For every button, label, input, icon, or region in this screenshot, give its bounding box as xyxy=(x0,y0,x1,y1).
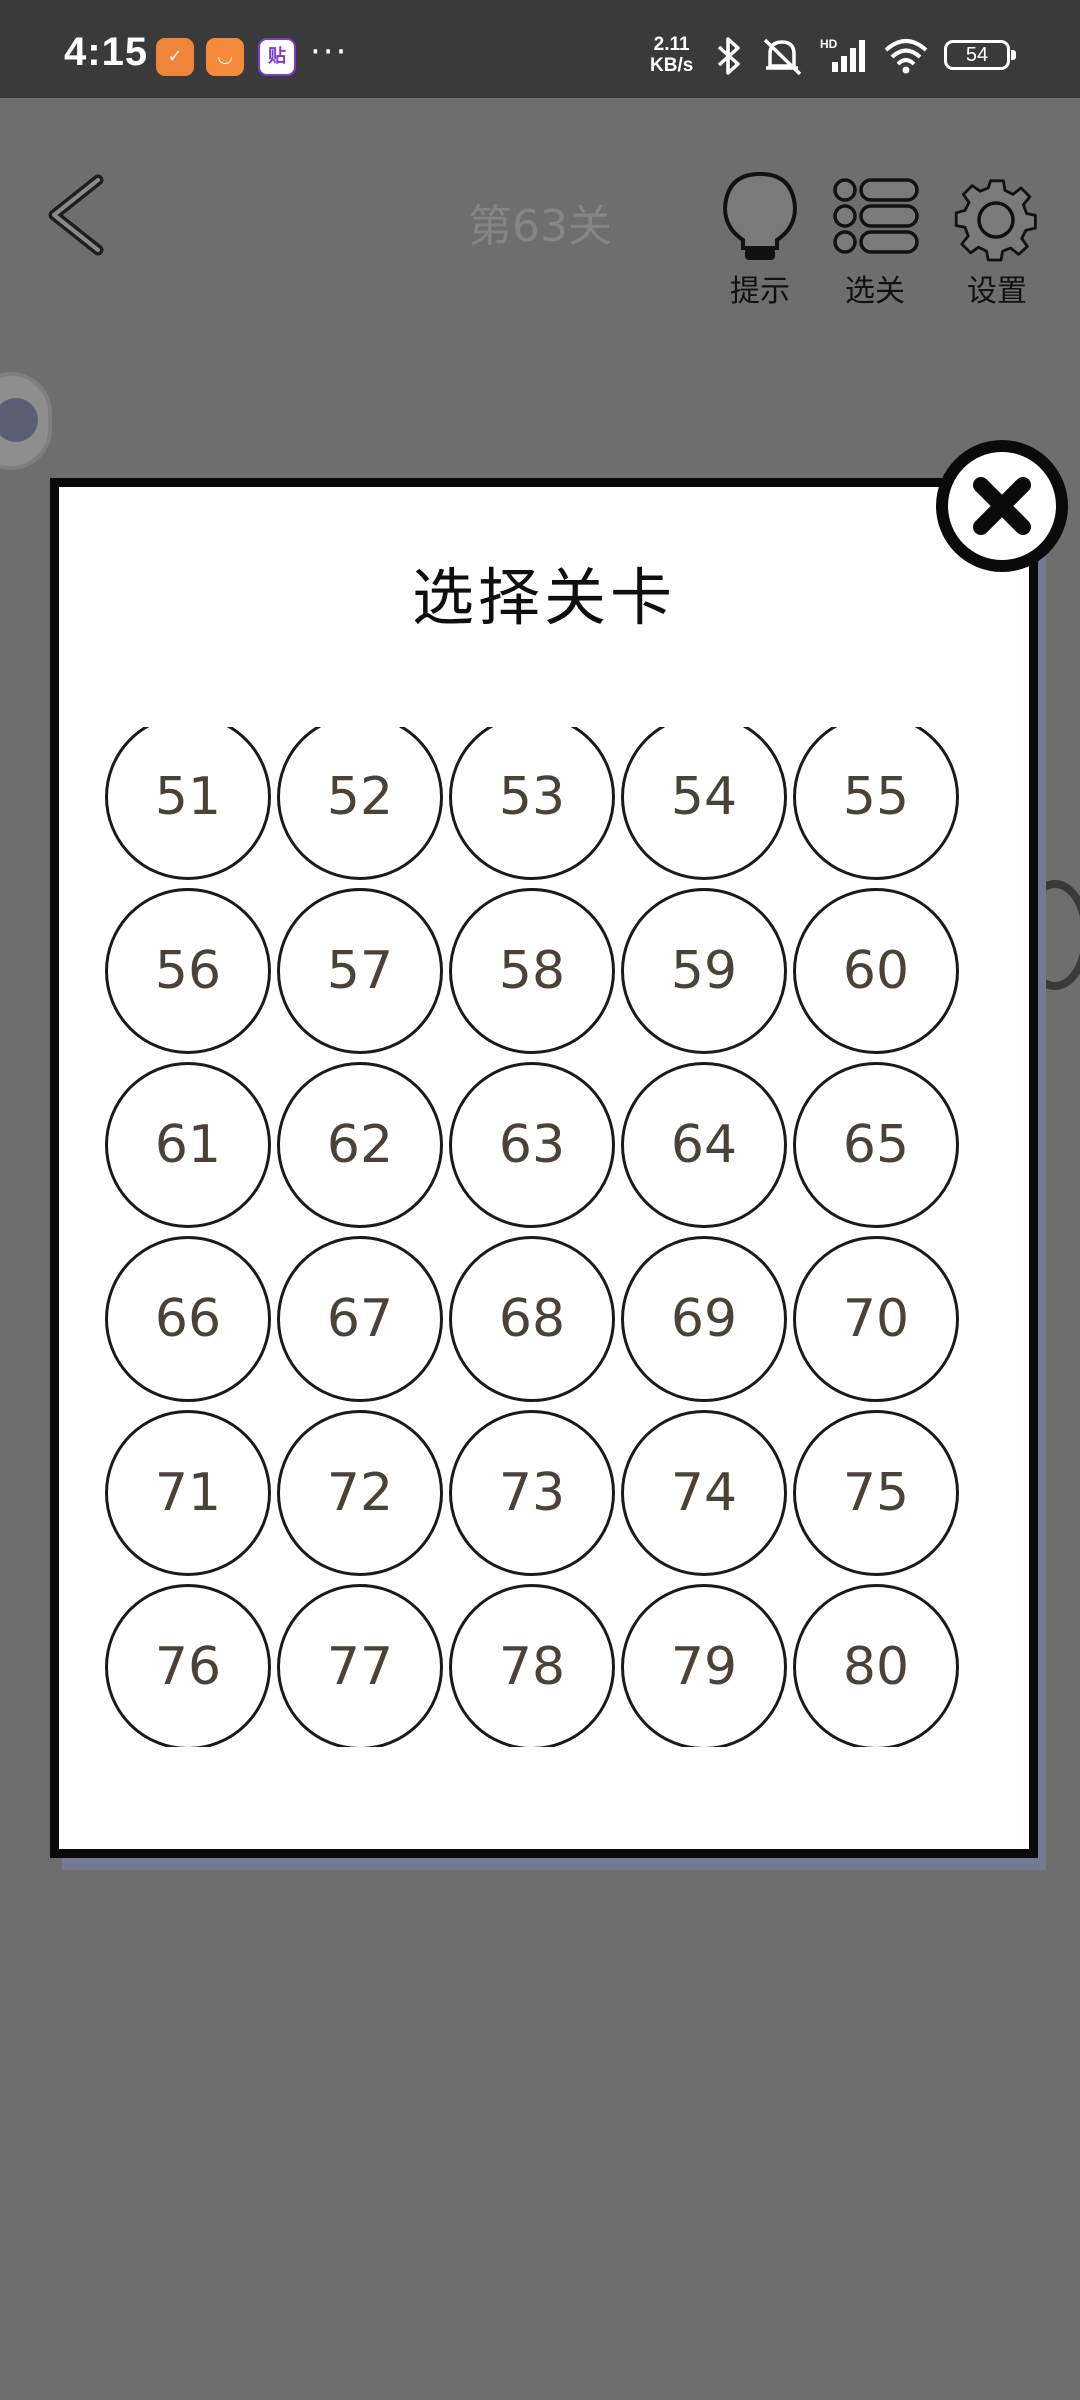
level-button-54[interactable]: 54 xyxy=(621,727,787,880)
level-button-51[interactable]: 51 xyxy=(105,727,271,880)
back-button[interactable] xyxy=(40,170,120,260)
select-level-label: 选关 xyxy=(845,274,905,309)
settings-button[interactable]: 设置 xyxy=(942,168,1052,309)
level-title: 第63关 xyxy=(468,201,612,252)
level-button-59[interactable]: 59 xyxy=(621,888,787,1054)
level-button-77[interactable]: 77 xyxy=(277,1584,443,1747)
level-button-68[interactable]: 68 xyxy=(449,1236,615,1402)
level-button-75[interactable]: 75 xyxy=(793,1410,959,1576)
level-button-73[interactable]: 73 xyxy=(449,1410,615,1576)
hint-label: 提示 xyxy=(730,274,790,309)
level-list-icon xyxy=(833,178,919,254)
hint-button[interactable]: 提示 xyxy=(705,168,815,309)
level-grid[interactable]: 51 52 53 54 55 56 57 58 59 60 61 62 63 64 65 66 67 68 69 70… xyxy=(59,727,1029,1747)
gear-icon xyxy=(954,179,1037,262)
level-button-67[interactable]: 67 xyxy=(277,1236,443,1402)
bluetooth-icon xyxy=(717,37,740,75)
level-button-71[interactable]: 71 xyxy=(105,1410,271,1576)
level-button-58[interactable]: 58 xyxy=(449,888,615,1054)
lightbulb-icon xyxy=(722,171,798,260)
network-speed: 2.11 KB/s xyxy=(650,34,693,76)
battery-icon: 54 xyxy=(944,40,1016,70)
close-button[interactable] xyxy=(936,440,1068,572)
wifi-icon xyxy=(884,39,928,74)
floating-assistant-handle[interactable] xyxy=(0,372,52,470)
svg-text:HD: HD xyxy=(820,37,838,51)
level-button-74[interactable]: 74 xyxy=(621,1410,787,1576)
signal-icon: HD xyxy=(820,37,865,72)
status-time: 4:15 xyxy=(64,30,149,74)
level-button-63[interactable]: 63 xyxy=(449,1062,615,1228)
level-button-60[interactable]: 60 xyxy=(793,888,959,1054)
level-select-dialog: 选择关卡 51 52 53 54 55 56 57 58 59 60 61 62 63 64 65 66 67 6… xyxy=(50,478,1038,1858)
select-level-button[interactable]: 选关 xyxy=(820,168,930,309)
level-button-69[interactable]: 69 xyxy=(621,1236,787,1402)
level-button-64[interactable]: 64 xyxy=(621,1062,787,1228)
level-button-52[interactable]: 52 xyxy=(277,727,443,880)
level-button-56[interactable]: 56 xyxy=(105,888,271,1054)
level-button-72[interactable]: 72 xyxy=(277,1410,443,1576)
level-button-53[interactable]: 53 xyxy=(449,727,615,880)
assistant-face-icon xyxy=(0,398,38,442)
level-button-57[interactable]: 57 xyxy=(277,888,443,1054)
more-notifications-icon: ··· xyxy=(310,32,349,72)
status-bar: 4:15 ✓ ◡ 贴 ··· 2.11 KB/s HD 54 xyxy=(0,0,1080,98)
settings-label: 设置 xyxy=(967,274,1027,309)
level-button-78[interactable]: 78 xyxy=(449,1584,615,1747)
network-speed-unit: KB/s xyxy=(650,55,694,76)
dialog-title: 选择关卡 xyxy=(411,561,676,634)
level-button-70[interactable]: 70 xyxy=(793,1236,959,1402)
level-button-61[interactable]: 61 xyxy=(105,1062,271,1228)
level-button-62[interactable]: 62 xyxy=(277,1062,443,1228)
notification-app-icon: ✓ xyxy=(156,38,194,76)
level-button-76[interactable]: 76 xyxy=(105,1584,271,1747)
level-button-55[interactable]: 55 xyxy=(793,727,959,880)
shopping-app-icon: ◡ xyxy=(206,38,244,76)
close-button-face xyxy=(948,452,1056,560)
tieba-app-icon: 贴 xyxy=(258,38,296,76)
level-button-79[interactable]: 79 xyxy=(621,1584,787,1747)
mute-icon xyxy=(763,38,802,76)
level-button-80[interactable]: 80 xyxy=(793,1584,959,1747)
level-button-66[interactable]: 66 xyxy=(105,1236,271,1402)
close-icon xyxy=(973,477,1031,535)
level-button-65[interactable]: 65 xyxy=(793,1062,959,1228)
network-speed-value: 2.11 xyxy=(653,34,690,55)
